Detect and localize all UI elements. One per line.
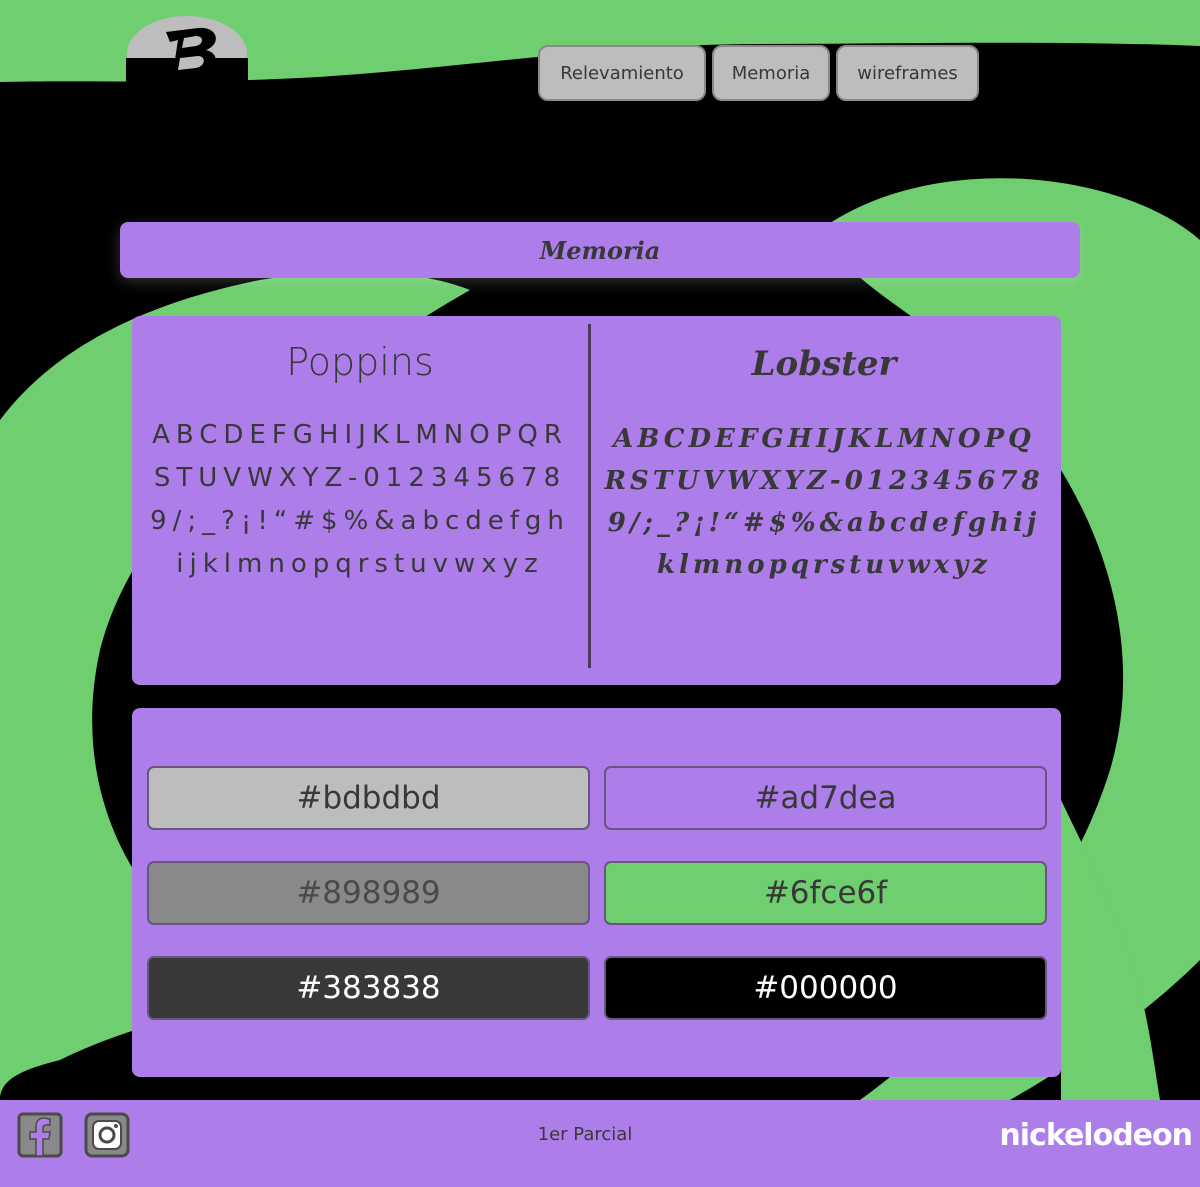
footer: 1er Parcial nickelodeon [0, 1100, 1200, 1187]
footer-text: 1er Parcial [537, 1124, 633, 1145]
font-name-lobster: Lobster [751, 344, 897, 384]
font-sample-lobster: Lobster ABCDEFGHIJKLMNOPQRSTUVWXYZ-01234… [594, 316, 1054, 685]
bs-logo-icon[interactable] [126, 14, 248, 94]
nickelodeon-logo: nickelodeon [999, 1118, 1193, 1153]
color-swatch: #000000 [604, 956, 1047, 1020]
font-sample-poppins: Poppins ABCDEFGHIJKLMNOPQRSTUVWXYZ-01234… [132, 316, 588, 685]
font-name-poppins: Poppins [286, 340, 434, 384]
color-swatch: #6fce6f [604, 861, 1047, 925]
top-nav: Relevamiento Memoria wireframes [538, 45, 979, 101]
color-swatch: #383838 [147, 956, 590, 1020]
color-swatch: #bdbdbd [147, 766, 590, 830]
nav-memoria-button[interactable]: Memoria [712, 45, 830, 101]
color-swatch: #ad7dea [604, 766, 1047, 830]
glyphs-poppins: ABCDEFGHIJKLMNOPQRSTUVWXYZ-0123456789/;_… [150, 420, 570, 579]
typography-card: Poppins ABCDEFGHIJKLMNOPQRSTUVWXYZ-01234… [132, 316, 1061, 685]
font-divider [588, 324, 591, 668]
page-title: Memoria [120, 222, 1080, 278]
glyphs-lobster: ABCDEFGHIJKLMNOPQRSTUVWXYZ-0123456789/;_… [604, 424, 1044, 580]
color-swatch: #898989 [147, 861, 590, 925]
nav-wireframes-button[interactable]: wireframes [836, 45, 979, 101]
color-palette-card: #bdbdbd #ad7dea #898989 #6fce6f #383838 … [132, 708, 1061, 1077]
nav-relevamiento-button[interactable]: Relevamiento [538, 45, 706, 101]
